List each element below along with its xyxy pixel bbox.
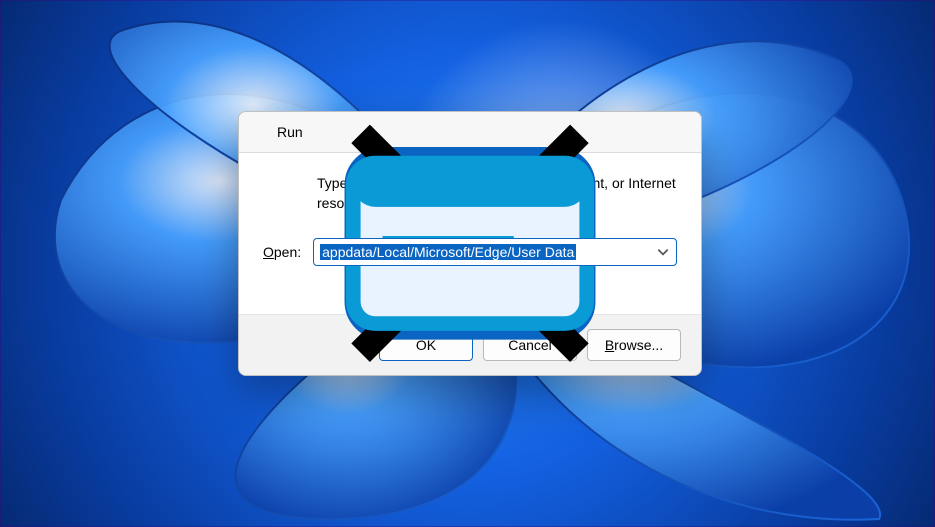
dialog-body: Type the name of a program, folder, docu… xyxy=(239,153,701,314)
desktop-wallpaper: Run Type the name of a program, f xyxy=(0,0,935,527)
open-combobox[interactable]: appdata/Local/Microsoft/Edge/User Data xyxy=(313,238,677,266)
run-dialog: Run Type the name of a program, f xyxy=(238,111,702,376)
open-input-value[interactable]: appdata/Local/Microsoft/Edge/User Data xyxy=(320,244,576,260)
run-large-icon xyxy=(263,173,299,209)
chevron-down-icon[interactable] xyxy=(656,245,670,259)
